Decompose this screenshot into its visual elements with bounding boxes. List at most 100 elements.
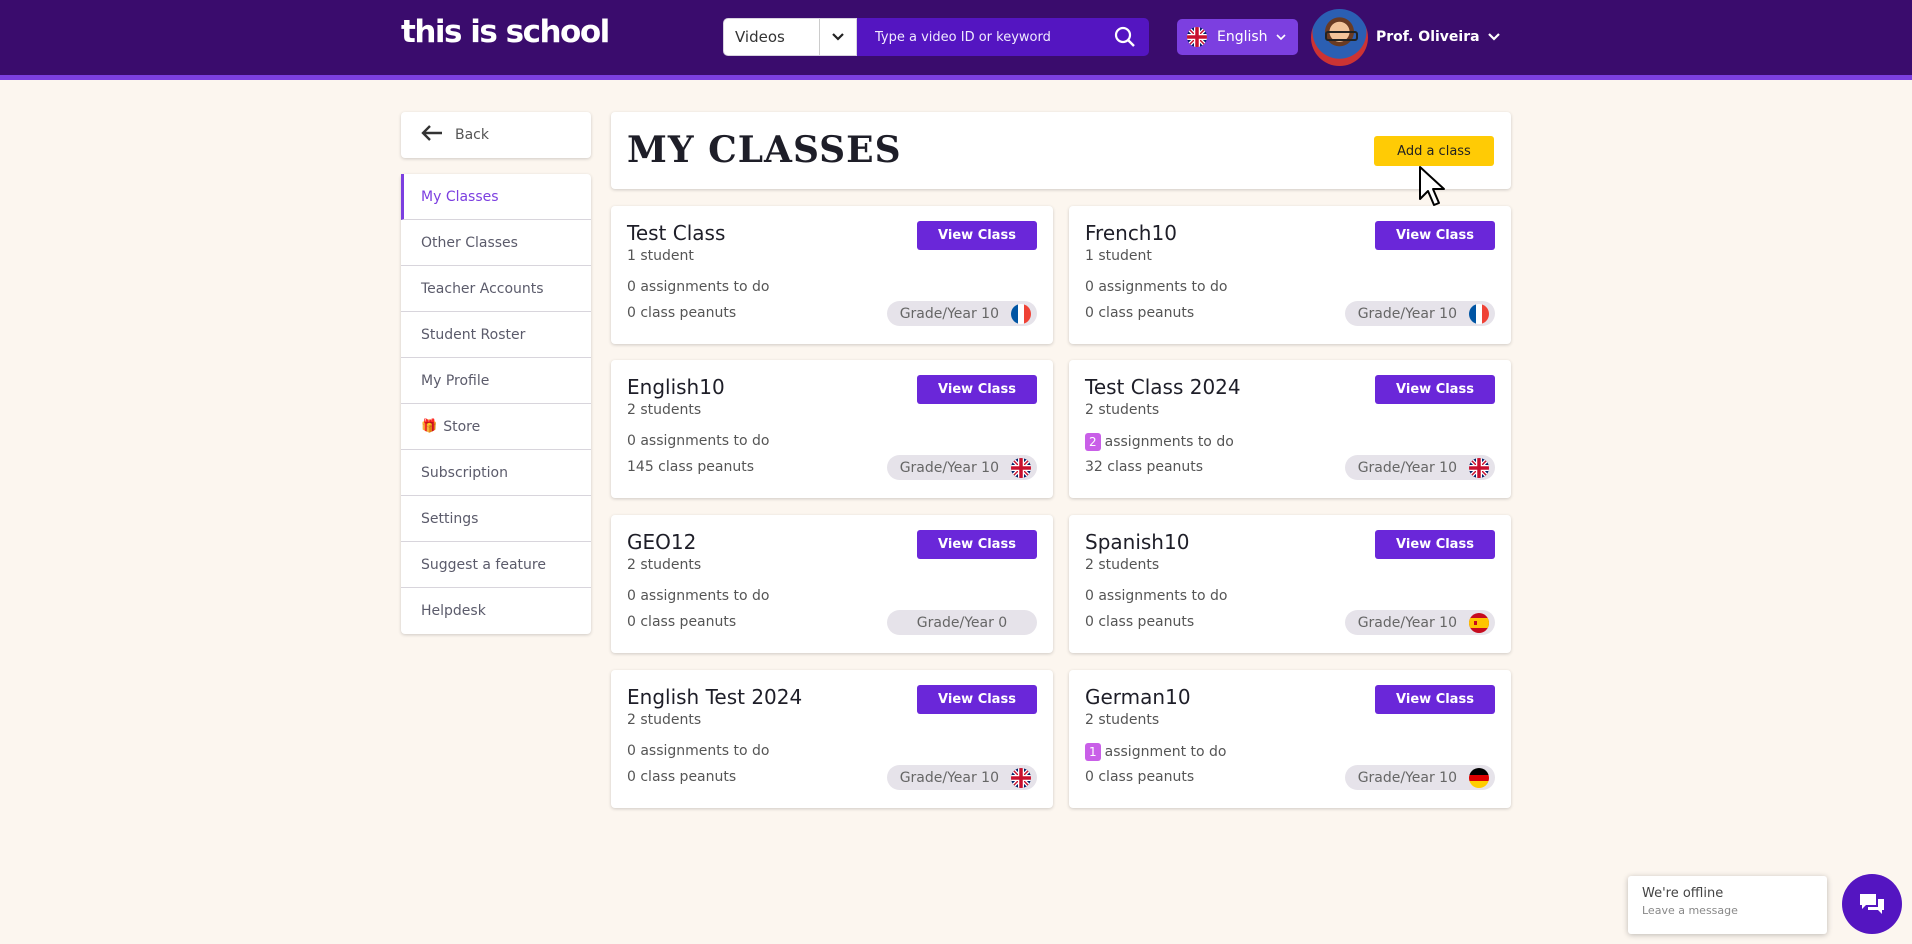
view-class-button[interactable]: View Class bbox=[917, 530, 1037, 559]
spain-flag-icon bbox=[1469, 612, 1489, 633]
view-class-button[interactable]: View Class bbox=[1375, 375, 1495, 404]
class-card: Spanish10 2 students 0 assignments to do… bbox=[1069, 515, 1511, 653]
france-flag-icon bbox=[1011, 303, 1031, 324]
sidebar-item-student-roster[interactable]: Student Roster bbox=[401, 312, 591, 358]
grade-badge: Grade/Year 0 bbox=[887, 610, 1037, 635]
assignments-text: 0 assignments to do bbox=[627, 588, 770, 604]
search-type-value: Videos bbox=[735, 28, 785, 46]
sidebar-item-label: Helpdesk bbox=[421, 603, 486, 619]
add-class-button[interactable]: Add a class bbox=[1374, 136, 1494, 166]
sidebar-item-my-profile[interactable]: My Profile bbox=[401, 358, 591, 404]
class-name: English10 bbox=[627, 375, 725, 399]
class-peanuts: 0 class peanuts bbox=[1085, 614, 1195, 630]
grade-label: Grade/Year 10 bbox=[899, 305, 999, 322]
class-name: GEO12 bbox=[627, 530, 697, 554]
class-students: 2 students bbox=[1085, 712, 1160, 728]
class-card: Test Class 1 student 0 assignments to do… bbox=[611, 206, 1053, 344]
chat-title: We're offline bbox=[1642, 886, 1724, 901]
assignments-text: 0 assignments to do bbox=[627, 279, 770, 295]
grade-badge: Grade/Year 10 bbox=[887, 301, 1037, 326]
sidebar-item-label: My Classes bbox=[421, 188, 499, 205]
user-name: Prof. Oliveira bbox=[1376, 29, 1480, 45]
user-menu[interactable]: Prof. Oliveira bbox=[1311, 8, 1500, 66]
class-name: English Test 2024 bbox=[627, 685, 803, 709]
assignments-text: assignment to do bbox=[1104, 744, 1227, 760]
class-name: French10 bbox=[1085, 221, 1177, 245]
class-name: Test Class bbox=[627, 221, 726, 245]
class-students: 2 students bbox=[1085, 402, 1160, 418]
class-assignments: 0 assignments to do bbox=[627, 743, 770, 759]
search-input-box bbox=[857, 18, 1149, 56]
france-flag-icon bbox=[1469, 303, 1489, 324]
grade-badge: Grade/Year 10 bbox=[1345, 610, 1495, 635]
sidebar-item-label: Student Roster bbox=[421, 326, 526, 343]
page-header: MY CLASSES Add a class bbox=[611, 112, 1511, 189]
grade-badge: Grade/Year 10 bbox=[1345, 455, 1495, 480]
assignments-text: 0 assignments to do bbox=[627, 743, 770, 759]
sidebar-item-suggest-feature[interactable]: Suggest a feature bbox=[401, 542, 591, 588]
class-assignments: 2 assignments to do bbox=[1085, 433, 1234, 451]
view-class-button[interactable]: View Class bbox=[917, 221, 1037, 250]
view-class-button[interactable]: View Class bbox=[1375, 530, 1495, 559]
sidebar-item-settings[interactable]: Settings bbox=[401, 496, 591, 542]
class-card: Test Class 2024 2 students 2 assignments … bbox=[1069, 360, 1511, 498]
uk-flag-icon bbox=[1011, 457, 1031, 478]
view-class-button[interactable]: View Class bbox=[1375, 685, 1495, 714]
class-card: GEO12 2 students 0 assignments to do 0 c… bbox=[611, 515, 1053, 653]
class-students: 2 students bbox=[627, 402, 702, 418]
class-students: 1 student bbox=[627, 248, 694, 264]
view-class-button[interactable]: View Class bbox=[917, 375, 1037, 404]
back-arrow-icon bbox=[421, 124, 443, 146]
class-students: 1 student bbox=[1085, 248, 1152, 264]
grade-label: Grade/Year 10 bbox=[1357, 305, 1457, 322]
sidebar-item-label: Suggest a feature bbox=[421, 556, 546, 573]
logo[interactable]: this is school bbox=[401, 14, 610, 50]
language-label: English bbox=[1217, 29, 1268, 45]
avatar bbox=[1311, 8, 1368, 66]
class-peanuts: 145 class peanuts bbox=[627, 459, 754, 475]
class-students: 2 students bbox=[627, 712, 702, 728]
back-label: Back bbox=[455, 127, 489, 143]
sidebar-item-other-classes[interactable]: Other Classes bbox=[401, 220, 591, 266]
sidebar-item-my-classes[interactable]: My Classes bbox=[401, 174, 591, 220]
class-assignments: 0 assignments to do bbox=[627, 588, 770, 604]
grade-label: Grade/Year 10 bbox=[899, 459, 999, 476]
view-class-button[interactable]: View Class bbox=[1375, 221, 1495, 250]
class-name: German10 bbox=[1085, 685, 1191, 709]
gift-icon: 🎁 bbox=[421, 419, 438, 434]
assignments-text: 0 assignments to do bbox=[627, 433, 770, 449]
search-type-select[interactable]: Videos bbox=[723, 18, 857, 56]
search-bar: Videos bbox=[723, 18, 1149, 56]
sidebar-item-subscription[interactable]: Subscription bbox=[401, 450, 591, 496]
class-card: English Test 2024 2 students 0 assignmen… bbox=[611, 670, 1053, 808]
sidebar-item-teacher-accounts[interactable]: Teacher Accounts bbox=[401, 266, 591, 312]
top-bar-stripe bbox=[0, 75, 1912, 80]
germany-flag-icon bbox=[1469, 767, 1489, 788]
sidebar-item-label: Other Classes bbox=[421, 234, 518, 251]
uk-flag-icon bbox=[1011, 767, 1031, 788]
grade-label: Grade/Year 10 bbox=[1357, 769, 1457, 786]
search-input[interactable] bbox=[857, 29, 1101, 45]
class-assignments: 1 assignment to do bbox=[1085, 743, 1226, 761]
sidebar-item-label: Settings bbox=[421, 510, 479, 527]
page-title: MY CLASSES bbox=[627, 129, 902, 171]
sidebar-nav: My Classes Other Classes Teacher Account… bbox=[401, 174, 591, 634]
grade-label: Grade/Year 10 bbox=[1357, 459, 1457, 476]
search-icon[interactable] bbox=[1101, 18, 1149, 56]
assignments-text: 0 assignments to do bbox=[1085, 588, 1228, 604]
class-peanuts: 0 class peanuts bbox=[627, 305, 737, 321]
assignment-count-badge: 2 bbox=[1085, 433, 1101, 451]
class-peanuts: 0 class peanuts bbox=[1085, 305, 1195, 321]
grade-badge: Grade/Year 10 bbox=[1345, 765, 1495, 790]
view-class-button[interactable]: View Class bbox=[917, 685, 1037, 714]
assignments-text: 0 assignments to do bbox=[1085, 279, 1228, 295]
sidebar-item-store[interactable]: 🎁 Store bbox=[401, 404, 591, 450]
chat-icon[interactable] bbox=[1842, 874, 1902, 934]
sidebar-item-helpdesk[interactable]: Helpdesk bbox=[401, 588, 591, 634]
chat-status-box[interactable]: We're offline Leave a message bbox=[1628, 876, 1827, 934]
back-button[interactable]: Back bbox=[401, 112, 591, 158]
class-peanuts: 0 class peanuts bbox=[627, 769, 737, 785]
grade-label: Grade/Year 0 bbox=[916, 614, 1008, 631]
sidebar-item-label: Store bbox=[443, 418, 481, 435]
language-selector[interactable]: English bbox=[1177, 19, 1298, 55]
